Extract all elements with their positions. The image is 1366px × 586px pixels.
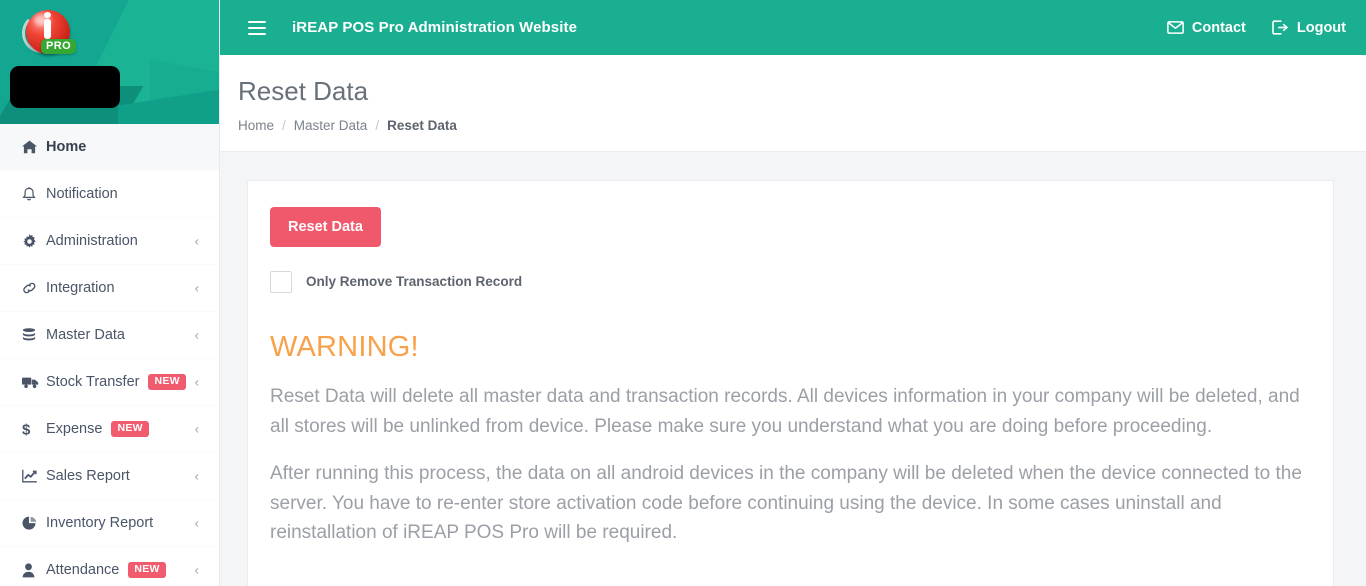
chevron-left-icon[interactable]: ‹ xyxy=(195,517,199,530)
only-remove-transaction-label: Only Remove Transaction Record xyxy=(306,274,523,290)
breadcrumb-item-home[interactable]: Home xyxy=(238,118,274,133)
warning-paragraph-2: After running this process, the data on … xyxy=(270,463,1302,544)
envelope-icon xyxy=(1167,21,1184,34)
svg-text:$: $ xyxy=(22,421,31,437)
content-area: Reset Data Only Remove Transaction Recor… xyxy=(220,152,1366,586)
ireap-pro-logo: PRO xyxy=(22,8,77,64)
database-icon xyxy=(22,327,42,343)
sidebar: PRO Home Notification Administration ‹ Integ… xyxy=(0,0,220,586)
chevron-left-icon[interactable]: ‹ xyxy=(195,376,199,389)
bell-icon xyxy=(22,186,42,202)
sidebar-item-label: Expense xyxy=(46,421,103,437)
hamburger-bar xyxy=(248,20,266,23)
logo-pro-badge: PRO xyxy=(41,39,77,54)
chevron-left-icon[interactable]: ‹ xyxy=(195,470,199,483)
sidebar-brand-header: PRO xyxy=(0,0,219,124)
page-title: Reset Data xyxy=(238,76,369,106)
new-badge: NEW xyxy=(148,374,186,390)
sidebar-item-label: Inventory Report xyxy=(46,515,154,531)
breadcrumb: Home / Master Data / Reset Data xyxy=(238,118,1366,133)
only-remove-transaction-checkbox[interactable] xyxy=(270,270,292,293)
breadcrumb-separator: / xyxy=(375,117,380,133)
sidebar-item-label: Home xyxy=(46,139,87,155)
app-title: iREAP POS Pro Administration Website xyxy=(292,19,578,36)
line-chart-icon xyxy=(22,469,42,483)
warning-heading: WARNING! xyxy=(270,330,419,363)
sidebar-item-integration[interactable]: Integration ‹ xyxy=(0,265,219,312)
chevron-left-icon[interactable]: ‹ xyxy=(195,282,199,295)
sidebar-item-inventory-report[interactable]: Inventory Report ‹ xyxy=(0,500,219,547)
main-region: iREAP POS Pro Administration Website Con… xyxy=(220,0,1366,586)
sidebar-item-label: Stock Transfer xyxy=(46,374,140,390)
sidebar-item-stock-transfer[interactable]: Stock Transfer NEW ‹ xyxy=(0,359,219,406)
chevron-left-icon[interactable]: ‹ xyxy=(195,235,199,248)
logout-label: Logout xyxy=(1296,19,1346,36)
hamburger-bar xyxy=(248,26,266,29)
chevron-left-icon[interactable]: ‹ xyxy=(195,564,199,577)
breadcrumb-item-master-data[interactable]: Master Data xyxy=(294,118,368,133)
page-header: Reset Data Home / Master Data / Reset Data xyxy=(220,55,1366,152)
new-badge: NEW xyxy=(128,562,166,578)
sidebar-item-label: Notification xyxy=(46,186,118,202)
logo-letter-i xyxy=(44,19,51,39)
pie-chart-icon xyxy=(22,516,42,531)
dollar-icon: $ xyxy=(22,421,42,437)
logo-letter-i-dot xyxy=(44,12,51,18)
topbar-actions: Contact Logout xyxy=(1167,20,1346,36)
sidebar-item-expense[interactable]: $ Expense NEW ‹ xyxy=(0,406,219,453)
link-icon xyxy=(22,281,42,295)
reset-data-button[interactable]: Reset Data xyxy=(270,206,381,247)
hamburger-icon[interactable] xyxy=(248,15,274,41)
chevron-left-icon[interactable]: ‹ xyxy=(195,329,199,342)
logout-icon xyxy=(1272,20,1289,35)
sidebar-item-sales-report[interactable]: Sales Report ‹ xyxy=(0,453,219,500)
gear-icon xyxy=(22,233,42,249)
sidebar-item-label: Sales Report xyxy=(46,468,130,484)
admin-page: PRO Home Notification Administration ‹ Integ… xyxy=(0,0,1366,586)
sidebar-item-label: Administration xyxy=(46,233,138,249)
contact-link[interactable]: Contact xyxy=(1167,20,1246,36)
sidebar-item-home[interactable]: Home xyxy=(0,124,219,171)
sidebar-item-label: Integration xyxy=(46,280,115,296)
breadcrumb-separator: / xyxy=(282,117,286,133)
warning-paragraph-1: Reset Data will delete all master data a… xyxy=(270,385,1300,437)
sidebar-item-notification[interactable]: Notification xyxy=(0,171,219,218)
truck-icon xyxy=(22,376,42,389)
logout-link[interactable]: Logout xyxy=(1272,20,1346,36)
company-name-redaction xyxy=(10,66,120,108)
home-icon xyxy=(22,140,42,154)
sidebar-item-attendance[interactable]: Attendance NEW ‹ xyxy=(0,547,219,586)
user-icon xyxy=(22,562,42,578)
sidebar-item-master-data[interactable]: Master Data ‹ xyxy=(0,312,219,359)
reset-data-card: Reset Data Only Remove Transaction Recor… xyxy=(247,179,1334,586)
sidebar-menu: Home Notification Administration ‹ Integrati… xyxy=(0,124,219,586)
only-remove-transaction-row: Only Remove Transaction Record xyxy=(270,270,1305,293)
sidebar-item-label: Master Data xyxy=(46,327,125,343)
hamburger-bar xyxy=(248,32,266,35)
breadcrumb-item-reset-data: Reset Data xyxy=(387,117,457,133)
sidebar-item-label: Attendance xyxy=(46,562,120,578)
chevron-left-icon[interactable]: ‹ xyxy=(195,423,199,436)
contact-label: Contact xyxy=(1191,19,1246,36)
new-badge: NEW xyxy=(111,421,149,437)
sidebar-item-administration[interactable]: Administration ‹ xyxy=(0,218,219,265)
top-navbar: iREAP POS Pro Administration Website Con… xyxy=(220,0,1366,55)
